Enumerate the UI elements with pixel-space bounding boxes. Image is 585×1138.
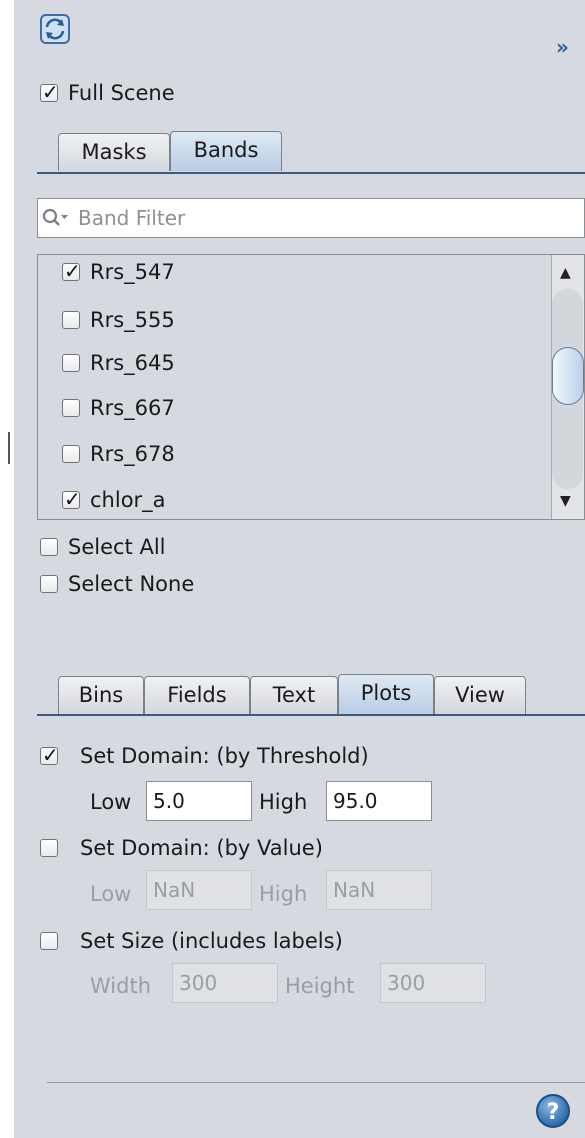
tab-view[interactable]: View	[434, 676, 526, 714]
scroll-up-arrow-icon[interactable]: ▲	[560, 265, 571, 281]
band-list[interactable]: ▲ ▼	[37, 254, 585, 520]
full-scene-checkbox[interactable]: ✓	[40, 81, 59, 103]
band-label: Rrs_678	[90, 442, 175, 466]
domain-value-label: Set Domain: (by Value)	[80, 836, 323, 860]
height-label: Height	[285, 974, 355, 998]
domain-value-checkbox[interactable]	[40, 839, 58, 857]
refresh-icon[interactable]	[40, 14, 70, 44]
band-checkbox-rrs-555[interactable]	[62, 311, 80, 329]
bottom-divider	[47, 1082, 585, 1083]
band-checkbox-rrs-678[interactable]	[62, 445, 80, 463]
help-icon[interactable]: ?	[535, 1093, 571, 1129]
band-label: Rrs_667	[90, 396, 175, 420]
threshold-low-input[interactable]: 5.0	[146, 781, 252, 821]
high-label: High	[259, 790, 308, 814]
band-label: Rrs_555	[90, 308, 175, 332]
band-list-scrollbar[interactable]: ▲ ▼	[551, 255, 584, 519]
band-checkbox-chlor-a[interactable]: ✓	[62, 488, 81, 510]
height-input[interactable]: 300	[380, 963, 486, 1003]
band-checkbox-rrs-547[interactable]: ✓	[62, 260, 81, 282]
threshold-high-input[interactable]: 95.0	[326, 781, 432, 821]
value-high-input[interactable]: NaN	[326, 870, 432, 910]
band-label: Rrs_645	[90, 351, 175, 375]
select-all-checkbox[interactable]	[40, 538, 58, 556]
tab-bins[interactable]: Bins	[58, 676, 144, 714]
select-all-label: Select All	[68, 535, 166, 559]
band-checkbox-rrs-667[interactable]	[62, 399, 80, 417]
tab-divider	[37, 172, 585, 174]
set-size-label: Set Size (includes labels)	[80, 929, 343, 953]
full-scene-label: Full Scene	[68, 81, 175, 105]
domain-threshold-label: Set Domain: (by Threshold)	[80, 744, 369, 768]
low-label: Low	[90, 790, 132, 814]
svg-text:?: ?	[547, 1100, 560, 1125]
domain-threshold-checkbox[interactable]: ✓	[40, 744, 59, 766]
splitter-handle[interactable]	[8, 432, 10, 464]
width-input[interactable]: 300	[172, 963, 278, 1003]
band-label: Rrs_547	[90, 260, 175, 284]
high-label: High	[259, 882, 308, 906]
scroll-down-arrow-icon[interactable]: ▼	[560, 493, 571, 509]
tab-bands[interactable]: Bands	[170, 131, 282, 171]
collapse-panel-icon[interactable]: »	[556, 34, 569, 60]
tab-masks[interactable]: Masks	[58, 133, 170, 171]
tab-text[interactable]: Text	[250, 676, 338, 714]
tab-fields[interactable]: Fields	[144, 676, 250, 714]
band-label: chlor_a	[90, 488, 166, 512]
band-filter-input[interactable]: Band Filter	[37, 198, 585, 238]
band-checkbox-rrs-645[interactable]	[62, 354, 80, 372]
tab-plots[interactable]: Plots	[338, 674, 434, 714]
width-label: Width	[90, 974, 152, 998]
search-icon[interactable]	[42, 207, 70, 229]
select-none-label: Select None	[68, 572, 195, 596]
select-none-checkbox[interactable]	[40, 575, 58, 593]
tab-divider	[37, 714, 585, 716]
set-size-checkbox[interactable]	[40, 932, 58, 950]
scroll-thumb[interactable]	[552, 347, 584, 405]
value-low-input[interactable]: NaN	[146, 870, 252, 910]
low-label: Low	[90, 882, 132, 906]
